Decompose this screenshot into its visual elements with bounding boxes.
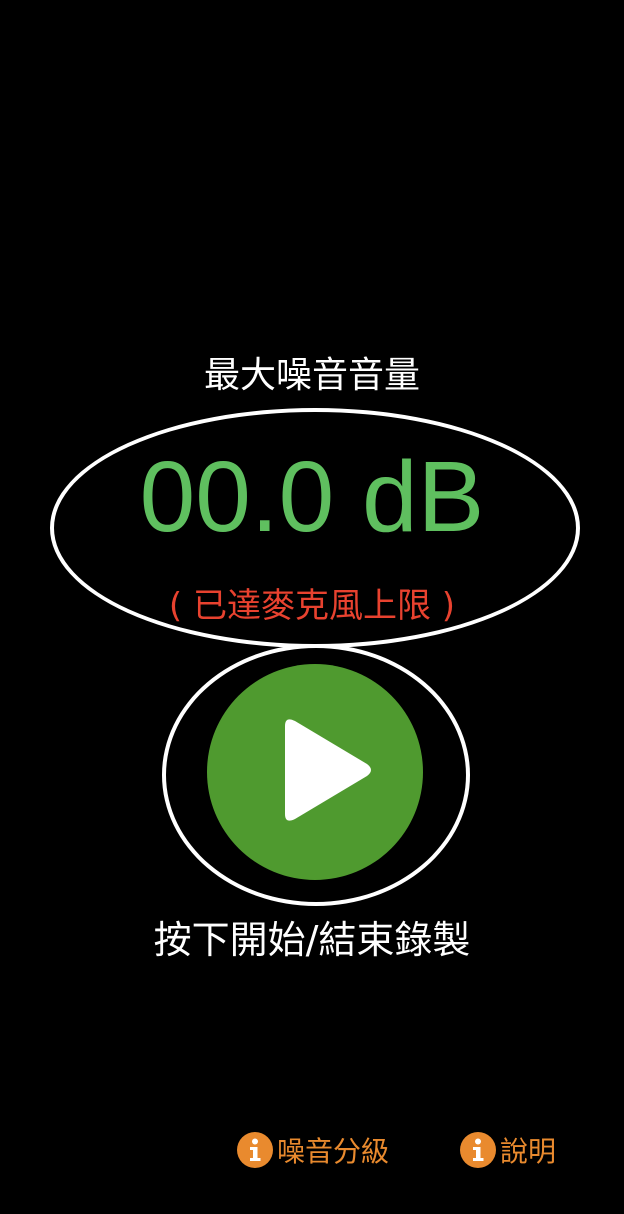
play-icon — [285, 719, 371, 821]
info-icon — [237, 1132, 273, 1168]
noise-levels-label: 噪音分級 — [277, 1135, 390, 1168]
meter-title: 最大噪音音量 — [203, 355, 420, 396]
help-label: 說明 — [500, 1135, 557, 1168]
info-icon — [460, 1132, 496, 1168]
play-button[interactable] — [207, 664, 423, 880]
record-instruction: 按下開始/結束錄製 — [153, 918, 471, 962]
max-db-value: 00.0 dB — [139, 441, 485, 553]
noise-levels-link[interactable]: 噪音分級 — [237, 1130, 389, 1170]
mic-limit-note: ( 已達麥克風上限 ) — [168, 586, 456, 626]
help-link[interactable]: 說明 — [460, 1130, 556, 1170]
